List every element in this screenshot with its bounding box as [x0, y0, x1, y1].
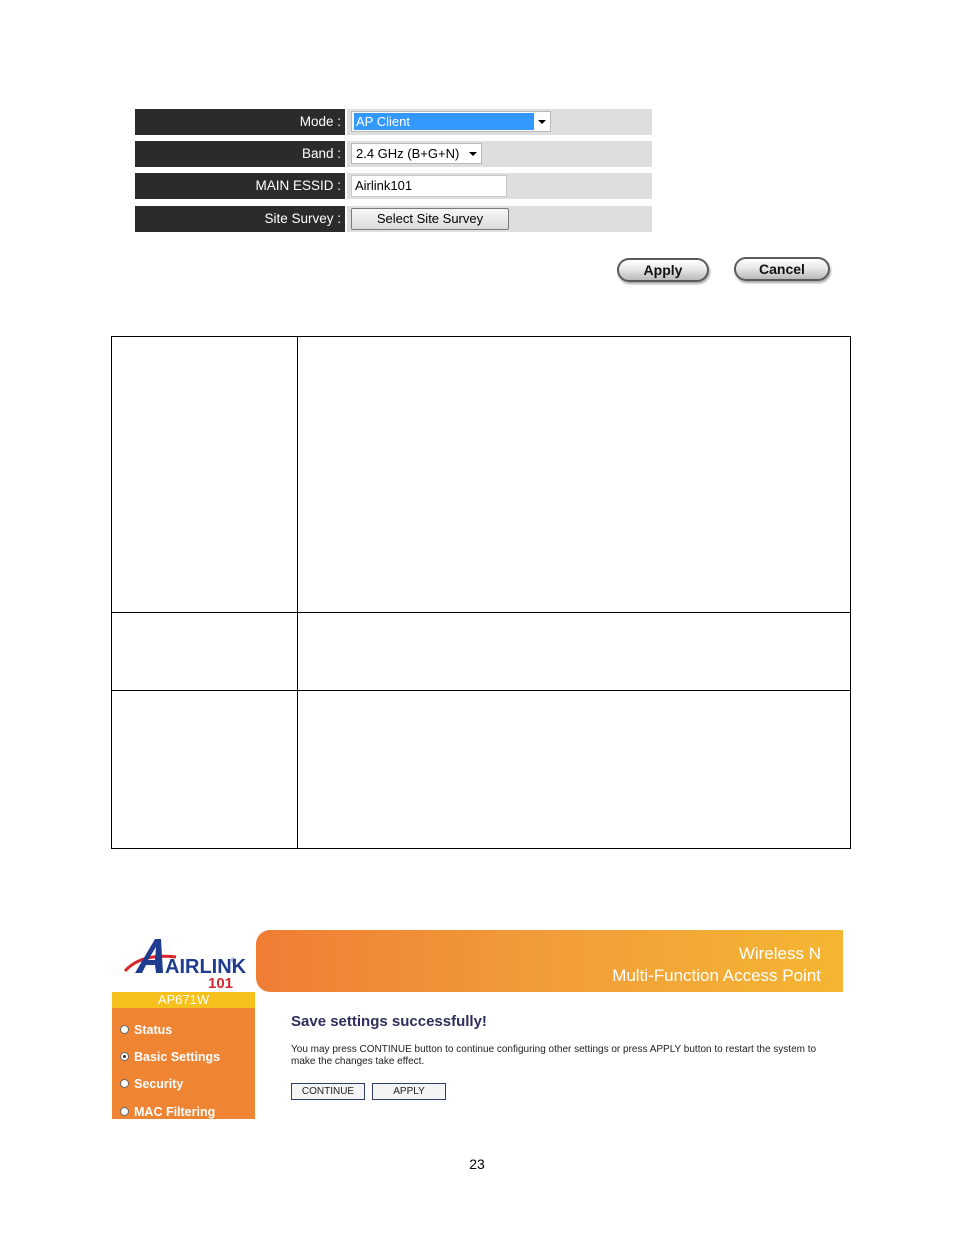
band-select[interactable]: 2.4 GHz (B+G+N) — [351, 143, 482, 164]
sidebar-item-security[interactable]: Security — [120, 1076, 183, 1092]
sidebar-item-basic-settings[interactable]: Basic Settings — [120, 1049, 220, 1065]
radio-bullet-icon — [120, 1025, 129, 1034]
sidebar-item-label: Security — [134, 1077, 184, 1091]
site-survey-value-cell: Select Site Survey — [347, 206, 652, 232]
description-table — [111, 336, 851, 849]
apply-restart-button[interactable]: APPLY — [372, 1083, 446, 1100]
band-selected-value: 2.4 GHz (B+G+N) — [356, 146, 460, 161]
apply-button[interactable]: Apply — [617, 258, 709, 282]
table-row — [111, 690, 851, 849]
mode-label: Mode : — [135, 109, 345, 135]
table-term-cell — [111, 336, 298, 613]
chevron-down-icon[interactable] — [538, 120, 546, 124]
header-banner: Wireless N Multi-Function Access Point — [256, 930, 843, 992]
save-success-message: You may press CONTINUE button to continu… — [291, 1044, 817, 1067]
airlink-logo: AIRLINK ® 101 — [111, 929, 256, 992]
page-number: 23 — [469, 1156, 485, 1172]
banner-title-line2: Multi-Function Access Point — [612, 966, 821, 985]
save-success-title: Save settings successfully! — [291, 1013, 487, 1030]
site-survey-row: Site Survey : Select Site Survey — [135, 206, 652, 232]
sidebar-item-status[interactable]: Status — [120, 1022, 172, 1038]
site-survey-label: Site Survey : — [135, 206, 345, 232]
sidebar-item-label: Basic Settings — [134, 1050, 221, 1064]
logo-registered-mark: ® — [231, 957, 237, 965]
mode-select[interactable]: AP Client — [351, 111, 551, 132]
mode-value-cell: AP Client — [347, 109, 652, 135]
sidebar-item-mac-filtering[interactable]: MAC Filtering — [120, 1104, 215, 1120]
logo-sub-text: 101 — [208, 975, 233, 989]
select-site-survey-button[interactable]: Select Site Survey — [351, 208, 509, 230]
table-description-cell — [297, 336, 851, 613]
banner-title-line1: Wireless N — [738, 944, 821, 963]
mode-selected-value: AP Client — [354, 113, 534, 130]
mode-row: Mode : AP Client — [135, 109, 652, 135]
router-ui-screenshot: AIRLINK ® 101 Wireless N Multi-Function … — [111, 929, 843, 1119]
table-term-cell — [111, 690, 298, 849]
sidebar-item-label: MAC Filtering — [134, 1105, 216, 1119]
radio-bullet-selected-icon — [120, 1052, 129, 1061]
radio-bullet-icon — [120, 1079, 129, 1088]
radio-bullet-icon — [120, 1107, 129, 1116]
sidebar-item-label: Status — [134, 1023, 173, 1037]
band-value-cell: 2.4 GHz (B+G+N) — [347, 141, 652, 167]
model-name: AP671W — [112, 992, 255, 1008]
table-description-cell — [297, 690, 851, 849]
essid-row: MAIN ESSID : Airlink101 — [135, 173, 652, 199]
chevron-down-icon[interactable] — [469, 152, 477, 156]
essid-input[interactable]: Airlink101 — [351, 175, 507, 197]
essid-label: MAIN ESSID : — [135, 173, 345, 199]
cancel-button[interactable]: Cancel — [734, 257, 830, 281]
airlink-logo-icon: AIRLINK ® 101 — [123, 939, 246, 989]
table-description-cell — [297, 612, 851, 691]
essid-value-cell: Airlink101 — [347, 173, 652, 199]
band-label: Band : — [135, 141, 345, 167]
continue-button[interactable]: CONTINUE — [291, 1083, 365, 1100]
table-row — [111, 612, 851, 691]
table-row — [111, 336, 851, 613]
band-row: Band : 2.4 GHz (B+G+N) — [135, 141, 652, 167]
sidebar-menu: Status Basic Settings Security MAC Filte… — [112, 1008, 255, 1119]
table-term-cell — [111, 612, 298, 691]
